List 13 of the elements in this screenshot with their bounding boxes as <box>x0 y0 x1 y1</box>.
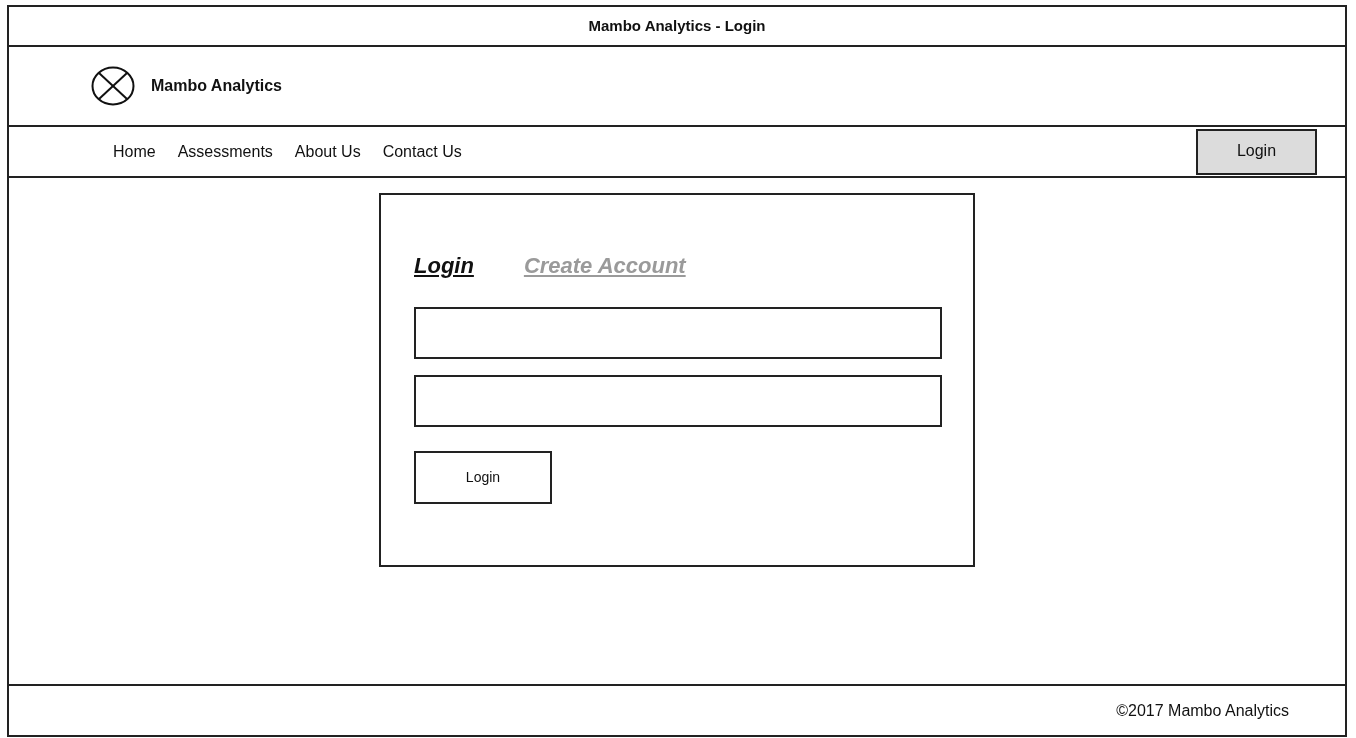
input-field[interactable] <box>414 375 942 427</box>
login-button[interactable]: Login <box>414 451 552 504</box>
window-title: Mambo Analytics - Login <box>588 15 766 36</box>
nav-link[interactable]: Home <box>113 139 156 164</box>
tab[interactable]: Login <box>414 255 474 291</box>
nav-link[interactable]: Contact Us <box>382 139 462 164</box>
login-button[interactable]: Login <box>1196 128 1317 175</box>
brand-name: Mambo Analytics <box>151 76 282 96</box>
copyright-text: ©2017 Mambo Analytics <box>1116 700 1289 721</box>
input-field[interactable] <box>414 307 942 359</box>
nav-link[interactable]: About Us <box>294 139 361 164</box>
nav-link[interactable]: Assessments <box>177 139 273 164</box>
logo-icon <box>91 66 135 106</box>
